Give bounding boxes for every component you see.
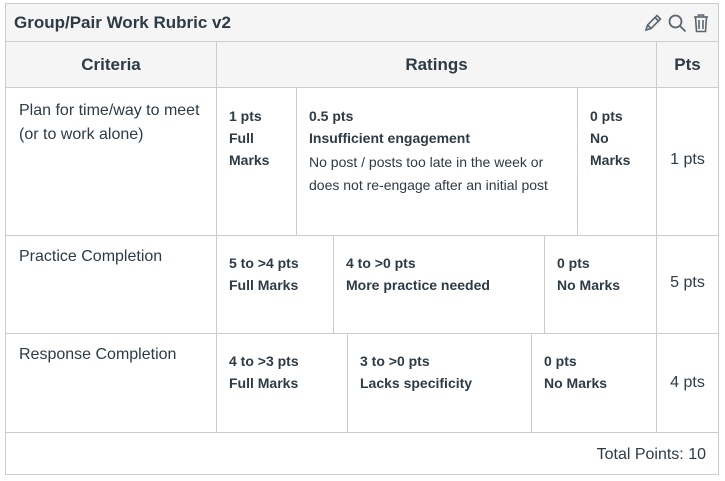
rubric-toolbar: [642, 12, 712, 34]
total-points: Total Points: 10: [596, 446, 706, 463]
rating-divider: [544, 235, 545, 333]
rating-no-marks: 0 pts No Marks: [544, 350, 654, 394]
rating-full-marks: 4 to >3 pts Full Marks: [229, 350, 344, 394]
column-divider: [216, 42, 217, 432]
rating-title: Full Marks: [229, 130, 270, 168]
header-criteria: Criteria: [6, 42, 216, 88]
rating-divider: [577, 88, 578, 235]
rating-more-practice-needed: 4 to >0 pts More practice needed: [346, 252, 541, 296]
rating-points: 5 to >4 pts: [229, 255, 299, 271]
rubric-title-bar: Group/Pair Work Rubric v2: [6, 4, 718, 42]
rating-lacks-specificity: 3 to >0 pts Lacks specificity: [360, 350, 528, 394]
rating-insufficient-engagement: 0.5 pts Insufficient engagement No post …: [309, 105, 571, 197]
header-pts: Pts: [657, 42, 718, 88]
rubric-table: Group/Pair Work Rubric v2 Criteria Ratin…: [5, 3, 719, 475]
rating-divider: [296, 88, 297, 235]
criterion-description: Plan for time/way to meet (or to work al…: [19, 102, 200, 143]
criterion-points: 4 pts: [670, 374, 705, 391]
trash-icon[interactable]: [690, 12, 712, 34]
rating-points: 0 pts: [590, 108, 623, 124]
magnifier-icon[interactable]: [666, 12, 688, 34]
rating-divider: [531, 333, 532, 432]
header-ratings: Ratings: [216, 42, 657, 88]
pencil-icon[interactable]: [642, 12, 664, 34]
rating-no-marks: 0 pts No Marks: [557, 252, 652, 296]
rating-points: 0.5 pts: [309, 108, 354, 124]
rating-title: More practice needed: [346, 277, 490, 293]
rating-points: 0 pts: [557, 255, 590, 271]
rating-title: Full Marks: [229, 375, 299, 391]
rating-title: No Marks: [590, 130, 631, 168]
rating-title: No Marks: [544, 375, 608, 391]
rating-points: 4 to >3 pts: [229, 353, 299, 369]
rating-full-marks: 1 pts Full Marks: [229, 105, 291, 171]
rating-title: No Marks: [557, 277, 621, 293]
rating-full-marks: 5 to >4 pts Full Marks: [229, 252, 329, 296]
criterion-description: Practice Completion: [19, 248, 163, 265]
rating-points: 0 pts: [544, 353, 577, 369]
criterion-points: 1 pts: [670, 151, 705, 168]
criterion-description: Response Completion: [19, 346, 177, 363]
rating-title: Full Marks: [229, 277, 299, 293]
rating-points: 4 to >0 pts: [346, 255, 416, 271]
rating-points: 3 to >0 pts: [360, 353, 430, 369]
row-divider: [6, 432, 718, 433]
rating-no-marks: 0 pts No Marks: [590, 105, 650, 171]
rating-divider: [333, 235, 334, 333]
criterion-points: 5 pts: [670, 274, 705, 291]
rating-title: Lacks specificity: [360, 375, 473, 391]
row-divider: [6, 333, 718, 334]
rating-title: Insufficient engagement: [309, 130, 471, 146]
row-divider: [6, 235, 718, 236]
rating-points: 1 pts: [229, 108, 262, 124]
rating-divider: [347, 333, 348, 432]
rubric-title: Group/Pair Work Rubric v2: [14, 13, 231, 32]
rating-description: No post / posts too late in the week or …: [309, 154, 548, 193]
